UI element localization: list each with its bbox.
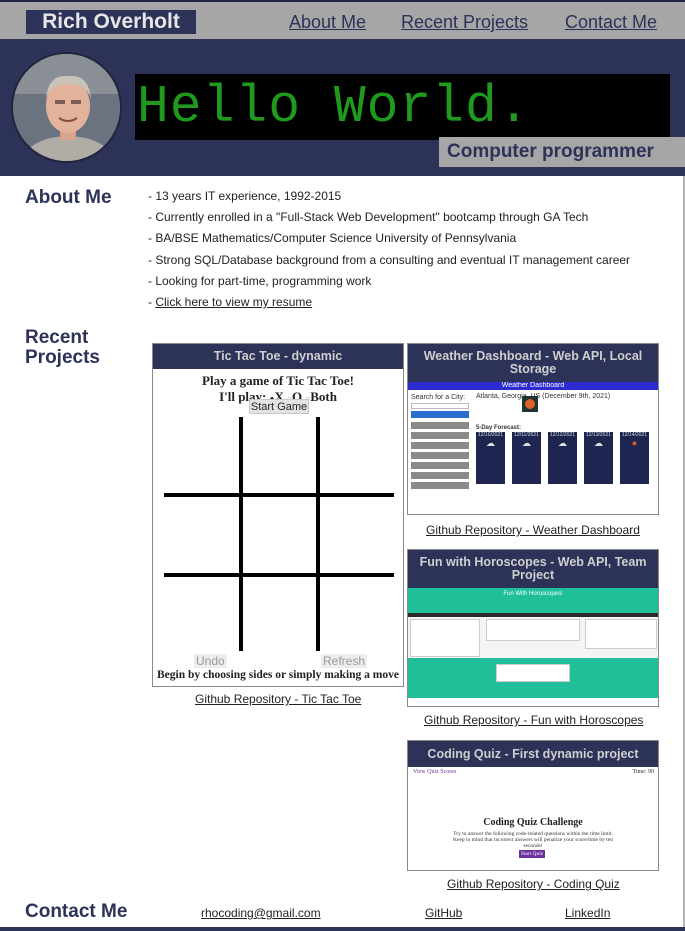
weather-sun-icon (522, 396, 538, 412)
grid-line (164, 573, 394, 577)
tictactoe-title: Play a game of Tic Tac Toe! (202, 373, 354, 388)
start-game-button[interactable]: Start Game (249, 399, 309, 414)
weather-history-item[interactable] (411, 482, 469, 489)
about-item: - 13 years IT experience, 1992-2015 (148, 189, 342, 203)
grid-line (316, 417, 320, 651)
nav-link-about[interactable]: About Me (289, 11, 366, 33)
email-link[interactable]: rhocoding@gmail.com (201, 906, 321, 920)
start-quiz-button[interactable]: Start Quiz (519, 850, 545, 858)
resume-link[interactable]: Click here to view my resume (155, 295, 312, 309)
quiz-title: Coding Quiz Challenge (483, 817, 583, 828)
view-scores-link[interactable]: View Quiz Scores (413, 769, 456, 775)
project-card-weather[interactable]: Weather Dashboard - Web API, Local Stora… (407, 343, 659, 515)
forecast-label: 5-Day Forecast: (476, 425, 522, 431)
brand-name: Rich Overholt (26, 10, 196, 34)
weather-history-item[interactable] (411, 452, 469, 459)
about-section-title: About Me (25, 187, 112, 208)
forecast-day: 12/14/2021 ● (620, 432, 649, 484)
projects-section-title: Recent Projects (25, 327, 100, 368)
horoscope-sign-list (410, 619, 480, 657)
undo-button[interactable]: Undo (194, 654, 227, 668)
avatar (11, 52, 122, 163)
hero-banner: Hello World. Computer programmer (0, 39, 685, 176)
card-header: Weather Dashboard - Web API, Local Stora… (408, 344, 658, 382)
role-label: Computer programmer (439, 137, 685, 167)
forecast-day: 12/10/2021 ☁ (476, 432, 505, 484)
top-nav: Rich Overholt About Me Recent Projects C… (0, 0, 685, 39)
project-card-tictactoe[interactable]: Tic Tac Toe - dynamic Play a game of Tic… (152, 343, 404, 687)
weather-city: Atlanta, Georgia, US (December 9th, 2021… (476, 393, 611, 400)
weather-title-bar: Weather Dashboard (408, 382, 658, 390)
sun-icon: ● (631, 438, 638, 448)
about-item-resume: - Click here to view my resume (148, 292, 630, 313)
weather-preview: Weather Dashboard Search for a City: Atl… (408, 382, 658, 490)
project-card-horoscope[interactable]: Fun with Horoscopes - Web API, Team Proj… (407, 549, 659, 707)
grid-line (164, 493, 394, 497)
horoscope-panel (585, 619, 657, 649)
about-item: - Currently enrolled in a "Full-Stack We… (148, 210, 589, 225)
nav-link-projects[interactable]: Recent Projects (401, 11, 528, 33)
forecast-day: 12/11/2021 ☁ (512, 432, 541, 484)
cloud-icon: ☁ (594, 438, 603, 448)
github-link[interactable]: GitHub (425, 906, 462, 920)
quiz-preview: View Quiz Scores Time: 90 Coding Quiz Ch… (408, 767, 658, 870)
horoscope-comment-box (496, 664, 570, 682)
contact-section-title: Contact Me (25, 901, 128, 922)
nav-link-contact[interactable]: Contact Me (565, 11, 657, 33)
cloud-icon: ☁ (558, 438, 567, 448)
about-list: - 13 years IT experience, 1992-2015 - Cu… (148, 186, 630, 313)
quiz-description: Try to answer the following code-related… (453, 831, 613, 849)
weather-search-input[interactable] (411, 403, 469, 409)
card-header: Coding Quiz - First dynamic project (408, 741, 658, 767)
quiz-timer: Time: 90 (632, 769, 654, 775)
hello-world-heading: Hello World. (135, 74, 670, 140)
forecast-day: 12/13/2021 ☁ (584, 432, 613, 484)
horoscope-panel (486, 619, 580, 641)
about-item: - Strong SQL/Database background from a … (148, 252, 631, 267)
refresh-button[interactable]: Refresh (321, 654, 368, 668)
weather-history-item[interactable] (411, 462, 469, 469)
weather-history-item[interactable] (411, 442, 469, 449)
repo-link-quiz[interactable]: Github Repository - Coding Quiz (447, 877, 620, 891)
tictactoe-hint: Begin by choosing sides or simply making… (157, 669, 399, 681)
linkedin-link[interactable]: LinkedIn (565, 906, 610, 920)
horoscope-preview: Fun With Horoscopes! (408, 588, 658, 698)
avatar-portrait (13, 54, 120, 161)
footer-rule (0, 927, 685, 931)
weather-history-item[interactable] (411, 432, 469, 439)
tictactoe-preview: Play a game of Tic Tac Toe! I'll play: ●… (153, 369, 403, 687)
cloud-icon: ☁ (522, 438, 531, 448)
cloud-icon: ☁ (486, 438, 495, 448)
weather-search-label: Search for a City: (411, 394, 466, 401)
forecast-day: 12/12/2021 ☁ (548, 432, 577, 484)
horoscope-footer (408, 658, 658, 698)
about-item: - BA/BSE Mathematics/Computer Science Un… (148, 231, 517, 246)
repo-link-horoscope[interactable]: Github Repository - Fun with Horoscopes (424, 713, 643, 727)
weather-search-button[interactable] (411, 411, 469, 418)
project-card-quiz[interactable]: Coding Quiz - First dynamic project View… (407, 740, 659, 871)
horoscope-banner: Fun With Horoscopes! (408, 588, 658, 613)
horoscope-strip (408, 613, 658, 617)
card-header: Tic Tac Toe - dynamic (153, 344, 403, 369)
weather-history-item[interactable] (411, 422, 469, 429)
grid-line (239, 417, 243, 651)
option-both: Both (310, 389, 337, 404)
about-item: - Looking for part-time, programming wor… (148, 273, 372, 288)
card-header: Fun with Horoscopes - Web API, Team Proj… (408, 550, 658, 588)
weather-history-item[interactable] (411, 472, 469, 479)
repo-link-weather[interactable]: Github Repository - Weather Dashboard (426, 523, 640, 537)
repo-link-tictactoe[interactable]: Github Repository - Tic Tac Toe (195, 692, 361, 706)
